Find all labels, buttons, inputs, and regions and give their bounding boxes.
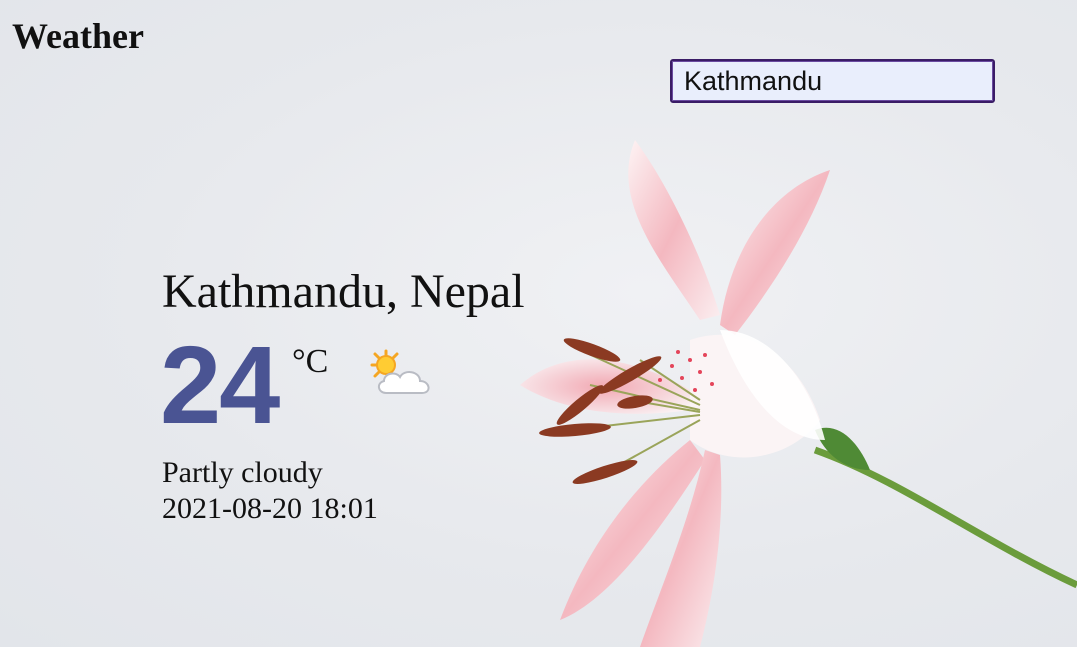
temperature-unit: °C: [292, 343, 329, 380]
partly-cloudy-icon: [370, 349, 430, 394]
weather-condition: Partly cloudy: [162, 456, 323, 489]
city-search-input[interactable]: [670, 59, 995, 103]
temperature-value: 24: [160, 324, 280, 447]
location-name: Kathmandu, Nepal: [162, 265, 525, 318]
local-datetime: 2021-08-20 18:01: [162, 492, 378, 525]
app-title: Weather: [12, 16, 144, 56]
